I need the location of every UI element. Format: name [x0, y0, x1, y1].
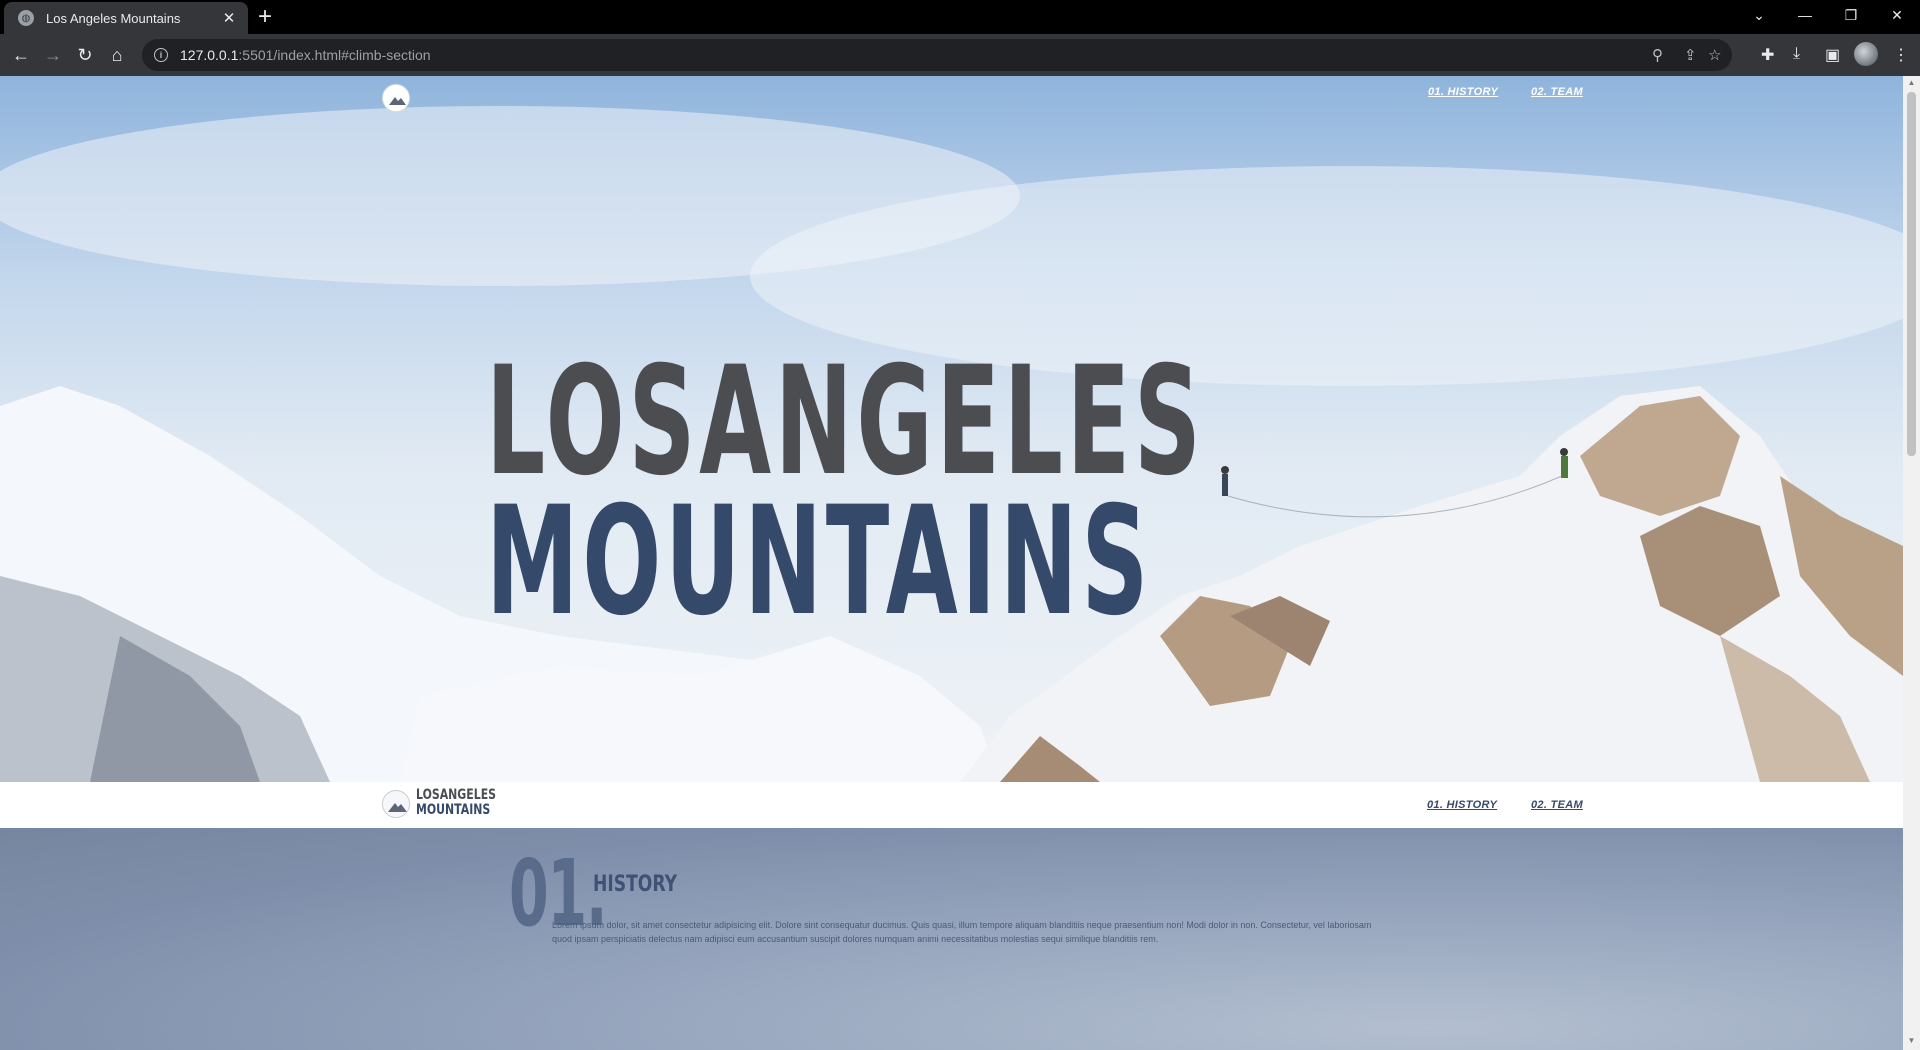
scroll-thumb[interactable]: [1907, 92, 1916, 456]
forward-arrow-icon[interactable]: →: [41, 43, 65, 67]
close-tab-icon[interactable]: ✕: [220, 9, 238, 27]
star-icon[interactable]: ☆: [1708, 46, 1721, 64]
brand-wordmark[interactable]: LOSANGELES MOUNTAINS: [416, 788, 496, 818]
extensions-icon[interactable]: ✚: [1761, 45, 1774, 65]
url-path: :5501/index.html#climb-section: [238, 47, 431, 63]
menu-icon[interactable]: ⋮: [1893, 45, 1909, 65]
sidebar-icon[interactable]: ▣: [1825, 45, 1840, 65]
hero-section: 01. HISTORY 02. TEAM LOSANGELES MOUNTAIN…: [0, 76, 1903, 782]
browser-toolbar: ← → ↻ ⌂ i 127.0.0.1 :5501/index.html#cli…: [0, 34, 1920, 76]
profile-avatar[interactable]: [1854, 42, 1878, 66]
site-navbar: LOSANGELES MOUNTAINS 01. HISTORY 02. TEA…: [0, 782, 1903, 828]
hero-nav-team[interactable]: 02. TEAM: [1531, 86, 1583, 98]
nav-link-history[interactable]: 01. HISTORY: [1427, 799, 1497, 811]
hero-title-line2: MOUNTAINS: [486, 475, 1153, 649]
section-title: HISTORY: [593, 872, 678, 897]
reload-icon[interactable]: ↻: [73, 43, 97, 67]
back-arrow-icon[interactable]: ←: [9, 43, 33, 67]
page-viewport: 01. HISTORY 02. TEAM LOSANGELES MOUNTAIN…: [0, 76, 1903, 1050]
section-body: Lorem ipsum dolor, sit amet consectetur …: [552, 920, 1372, 944]
scroll-down-icon[interactable]: ▼: [1907, 1036, 1916, 1045]
zoom-icon[interactable]: ⚲: [1652, 46, 1663, 64]
hero-title-line1: LOSANGELES: [486, 335, 1205, 509]
close-window-button[interactable]: ✕: [1874, 0, 1920, 30]
tab-title: Los Angeles Mountains: [46, 10, 181, 26]
hero-title: LOSANGELES MOUNTAINS: [486, 335, 1206, 649]
nav-link-team[interactable]: 02. TEAM: [1531, 799, 1583, 811]
share-icon[interactable]: ⇪: [1684, 46, 1697, 64]
history-section: 01. HISTORY Lorem ipsum dolor, sit amet …: [0, 828, 1903, 1050]
tab-search-icon[interactable]: ⌄: [1736, 0, 1782, 30]
brand-line2: MOUNTAINS: [416, 802, 491, 818]
site-logo-icon[interactable]: [382, 790, 410, 818]
hero-logo-icon[interactable]: [382, 84, 410, 112]
browser-tab[interactable]: ◍ Los Angeles Mountains ✕: [4, 2, 248, 34]
address-bar[interactable]: i 127.0.0.1 :5501/index.html#climb-secti…: [142, 39, 1732, 71]
restore-button[interactable]: ❐: [1828, 0, 1874, 30]
hero-nav-history[interactable]: 01. HISTORY: [1428, 86, 1498, 98]
home-icon[interactable]: ⌂: [105, 43, 129, 67]
new-tab-button[interactable]: +: [258, 4, 272, 30]
info-icon[interactable]: i: [154, 48, 168, 62]
url-host: 127.0.0.1: [180, 47, 239, 63]
scroll-up-icon[interactable]: ▲: [1907, 78, 1916, 87]
minimize-button[interactable]: —: [1782, 0, 1828, 30]
page-scrollbar[interactable]: ▲ ▼: [1903, 76, 1920, 1050]
globe-icon: ◍: [18, 10, 34, 26]
brand-line1: LOSANGELES: [416, 787, 497, 803]
tab-strip: ◍ Los Angeles Mountains ✕ + ⌄ — ❐ ✕: [0, 0, 1920, 34]
download-icon[interactable]: ⤓: [1793, 45, 1800, 63]
